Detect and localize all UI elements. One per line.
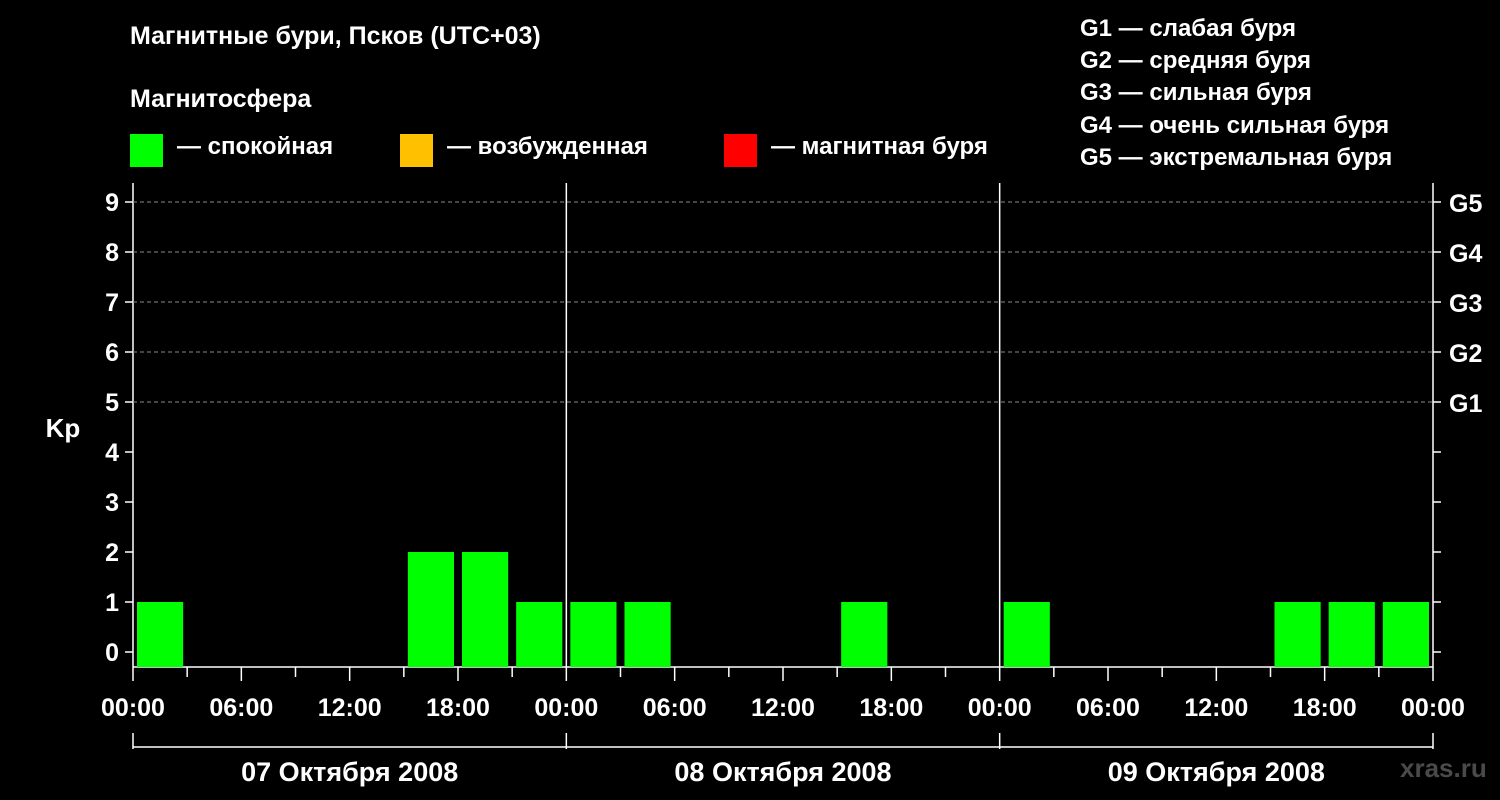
y-tick-label: 2 (105, 539, 119, 567)
kp-bar (1382, 602, 1429, 667)
x-tick-label: 12:00 (751, 694, 815, 722)
y-tick-label: 0 (105, 639, 119, 667)
y-tick-label: 9 (105, 189, 119, 217)
kp-chart: 0 1 2 3 4 5 6 7 8 9 G1 G2 G3 G4 G5 Kp 00:00 06:00 12:00 18:… (46, 183, 1482, 787)
g-scale-label: G1 (1449, 390, 1482, 418)
x-tick-label: 00:00 (968, 694, 1032, 722)
x-tick-label: 06:00 (1076, 694, 1140, 722)
g-scale-label: G3 (1449, 290, 1482, 318)
kp-bar (841, 602, 888, 667)
g-scale-label: G4 (1449, 240, 1482, 268)
kp-bar (137, 602, 184, 667)
kp-bar (1328, 602, 1375, 667)
y-tick-label: 3 (105, 489, 119, 517)
kp-bar (1274, 602, 1321, 667)
g-scale-label: G2 (1449, 340, 1482, 368)
x-tick-label: 12:00 (318, 694, 382, 722)
kp-bar (570, 602, 617, 667)
y-axis-label: Kp (46, 413, 81, 443)
x-tick-label: 18:00 (1293, 694, 1357, 722)
day-label: 09 Октября 2008 (1108, 757, 1325, 787)
y-tick-label: 5 (105, 389, 119, 417)
kp-bar (462, 552, 509, 667)
kp-bar (624, 602, 671, 667)
y-tick-label: 4 (105, 439, 119, 467)
kp-bar (516, 602, 563, 667)
x-tick-label: 18:00 (859, 694, 923, 722)
x-tick-label: 06:00 (643, 694, 707, 722)
x-tick-label: 00:00 (101, 694, 165, 722)
x-tick-label: 18:00 (426, 694, 490, 722)
kp-bar (1003, 602, 1050, 667)
day-label: 08 Октября 2008 (674, 757, 891, 787)
y-tick-label: 7 (105, 289, 119, 317)
watermark: xras.ru (1400, 753, 1487, 783)
day-label: 07 Октября 2008 (241, 757, 458, 787)
y-tick-label: 6 (105, 339, 119, 367)
x-tick-label: 12:00 (1184, 694, 1248, 722)
y-tick-label: 1 (105, 589, 119, 617)
x-tick-label: 06:00 (209, 694, 273, 722)
x-tick-label: 00:00 (534, 694, 598, 722)
g-scale-label: G5 (1449, 190, 1482, 218)
x-tick-label: 00:00 (1401, 694, 1465, 722)
y-tick-label: 8 (105, 239, 119, 267)
kp-bar (407, 552, 454, 667)
